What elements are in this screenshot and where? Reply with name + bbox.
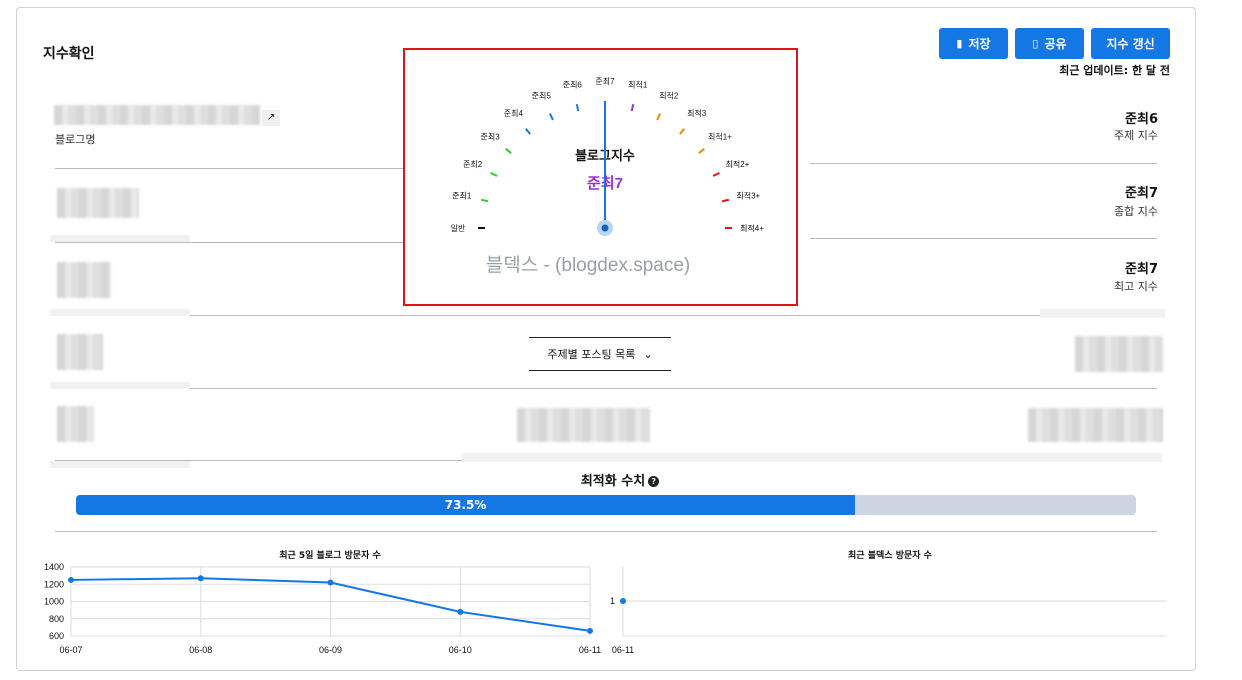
gauge-tick bbox=[712, 171, 720, 177]
redacted-stat bbox=[50, 461, 190, 468]
redacted-stat bbox=[517, 408, 650, 442]
share-label: 공유 bbox=[1044, 37, 1067, 51]
blog-index-gauge: 일반 준최1 준최2 준최3 준최4 준최5 준최6 준최7 최적1 최적2 최적3 최적1+ 최적2+… bbox=[403, 48, 798, 306]
redacted-stat bbox=[50, 235, 190, 242]
bookmark-icon: ▮ bbox=[956, 37, 963, 50]
gauge-tick bbox=[630, 103, 635, 112]
divider bbox=[55, 315, 1157, 316]
divider bbox=[55, 531, 1157, 532]
data-point[interactable] bbox=[68, 576, 74, 583]
gauge-tick-label: 최적1+ bbox=[708, 131, 732, 141]
redacted-stat bbox=[50, 309, 190, 316]
divider bbox=[55, 388, 1157, 389]
gauge-tick-label: 준최1 bbox=[452, 190, 472, 200]
gauge-tick bbox=[575, 103, 580, 112]
topic-index-value: 준최6 bbox=[1125, 112, 1158, 127]
redacted-stat bbox=[50, 382, 190, 389]
redacted-stat bbox=[57, 334, 103, 370]
x-tick-label: 06-11 bbox=[612, 645, 634, 655]
optimization-title-text: 최적화 수치 bbox=[580, 474, 646, 489]
y-tick-label: 1200 bbox=[44, 579, 64, 589]
gauge-tick-label: 준최7 bbox=[595, 76, 615, 86]
gauge-tick bbox=[490, 171, 498, 177]
chevron-down-icon: ⌄ bbox=[643, 347, 653, 361]
gauge-tick bbox=[548, 113, 554, 121]
dropdown-label: 주제별 포스팅 목록 bbox=[547, 348, 636, 361]
gauge-tick-label: 준최5 bbox=[532, 91, 552, 101]
gauge-tick-label: 최적2+ bbox=[726, 159, 750, 169]
gauge-tick-label: 최적3+ bbox=[736, 190, 760, 200]
refresh-label: 지수 갱신 bbox=[1106, 37, 1155, 51]
optimization-progress-fill: 73.5% bbox=[76, 495, 856, 515]
external-link-icon[interactable]: ↗ bbox=[262, 110, 280, 126]
gauge-tick bbox=[698, 148, 705, 154]
page-title: 지수확인 bbox=[43, 46, 95, 62]
save-button[interactable]: ▮ 저장 bbox=[939, 28, 1008, 59]
data-point[interactable] bbox=[327, 579, 334, 586]
data-point[interactable] bbox=[197, 575, 204, 582]
gauge-tick-label: 최적4+ bbox=[740, 223, 764, 233]
gauge-tick bbox=[679, 128, 685, 135]
last-updated: 최근 업데이트: 한 달 전 bbox=[1059, 64, 1170, 77]
optimization-percent: 73.5% bbox=[444, 498, 487, 512]
gauge-tick-label: 일반 bbox=[451, 224, 466, 233]
help-icon[interactable]: ? bbox=[648, 476, 660, 487]
divider bbox=[810, 163, 1157, 164]
overall-index-value: 준최7 bbox=[1125, 186, 1158, 201]
gauge-tick bbox=[656, 113, 662, 121]
gauge-tick bbox=[480, 198, 489, 203]
y-tick-label: 1 bbox=[610, 596, 615, 606]
divider bbox=[55, 242, 405, 243]
redacted-stat bbox=[1040, 309, 1165, 318]
overall-index-label: 종합 지수 bbox=[1114, 205, 1158, 218]
y-tick-label: 800 bbox=[49, 614, 64, 624]
x-tick-label: 06-08 bbox=[189, 645, 212, 655]
gauge-hub-center bbox=[601, 224, 609, 232]
topic-index-label: 주제 지수 bbox=[1114, 129, 1158, 142]
optimization-progress: 73.5% bbox=[76, 495, 1136, 515]
max-index-label: 최고 지수 bbox=[1114, 280, 1158, 293]
y-tick-label: 1000 bbox=[44, 597, 64, 607]
x-tick-label: 06-09 bbox=[319, 645, 342, 655]
x-tick-label: 06-10 bbox=[449, 645, 472, 655]
gauge-watermark: 블덱스 - (blogdex.space) bbox=[486, 254, 691, 276]
gauge-tick-label: 최적2 bbox=[659, 91, 679, 101]
blog-visitors-chart: 60080010001200140006-07 06-08 06-09 06-10 06… bbox=[44, 562, 601, 655]
redacted-stat bbox=[57, 406, 94, 442]
divider bbox=[810, 238, 1157, 239]
y-tick-label: 1400 bbox=[44, 562, 64, 572]
blogdex-visitors-chart: 1 06-11 bbox=[610, 567, 1167, 655]
redacted-stat bbox=[1075, 336, 1163, 372]
data-point[interactable] bbox=[457, 608, 464, 615]
phone-icon: ▯ bbox=[1032, 37, 1039, 50]
data-point[interactable] bbox=[620, 598, 626, 604]
y-tick-label: 600 bbox=[49, 631, 64, 641]
topic-posting-dropdown[interactable]: 주제별 포스팅 목록 ⌄ bbox=[529, 337, 671, 371]
data-point[interactable] bbox=[587, 627, 593, 634]
optimization-title: 최적화 수치? bbox=[540, 470, 700, 489]
divider bbox=[55, 168, 405, 169]
redacted-stat bbox=[1028, 408, 1163, 442]
gauge-tick-label: 준최4 bbox=[504, 108, 524, 118]
gauge-tick bbox=[525, 128, 531, 135]
gauge-tick bbox=[505, 148, 512, 154]
gauge-tick bbox=[721, 198, 730, 203]
blog-name-redacted bbox=[54, 105, 260, 125]
blog-name-label: 블로그명 bbox=[55, 133, 96, 146]
max-index-value: 준최7 bbox=[1125, 262, 1158, 277]
gauge-tick-label: 준최3 bbox=[480, 131, 500, 141]
redacted-stat bbox=[462, 453, 1162, 462]
gauge-tick-label: 최적1 bbox=[628, 80, 648, 90]
gauge-tick-label: 준최2 bbox=[463, 159, 483, 169]
gauge-tick-label: 최적3 bbox=[687, 108, 707, 118]
share-button[interactable]: ▯ 공유 bbox=[1015, 28, 1084, 59]
save-label: 저장 bbox=[968, 37, 991, 51]
gauge-chart: 일반 준최1 준최2 준최3 준최4 준최5 준최6 준최7 최적1 최적2 최적3 최적1+ 최적2+… bbox=[451, 76, 765, 276]
refresh-index-button[interactable]: 지수 갱신 bbox=[1091, 28, 1170, 59]
redacted-stat bbox=[57, 188, 139, 218]
x-tick-label: 06-07 bbox=[59, 645, 82, 655]
redacted-stat bbox=[57, 262, 111, 298]
gauge-tick-label: 준최6 bbox=[563, 80, 583, 90]
